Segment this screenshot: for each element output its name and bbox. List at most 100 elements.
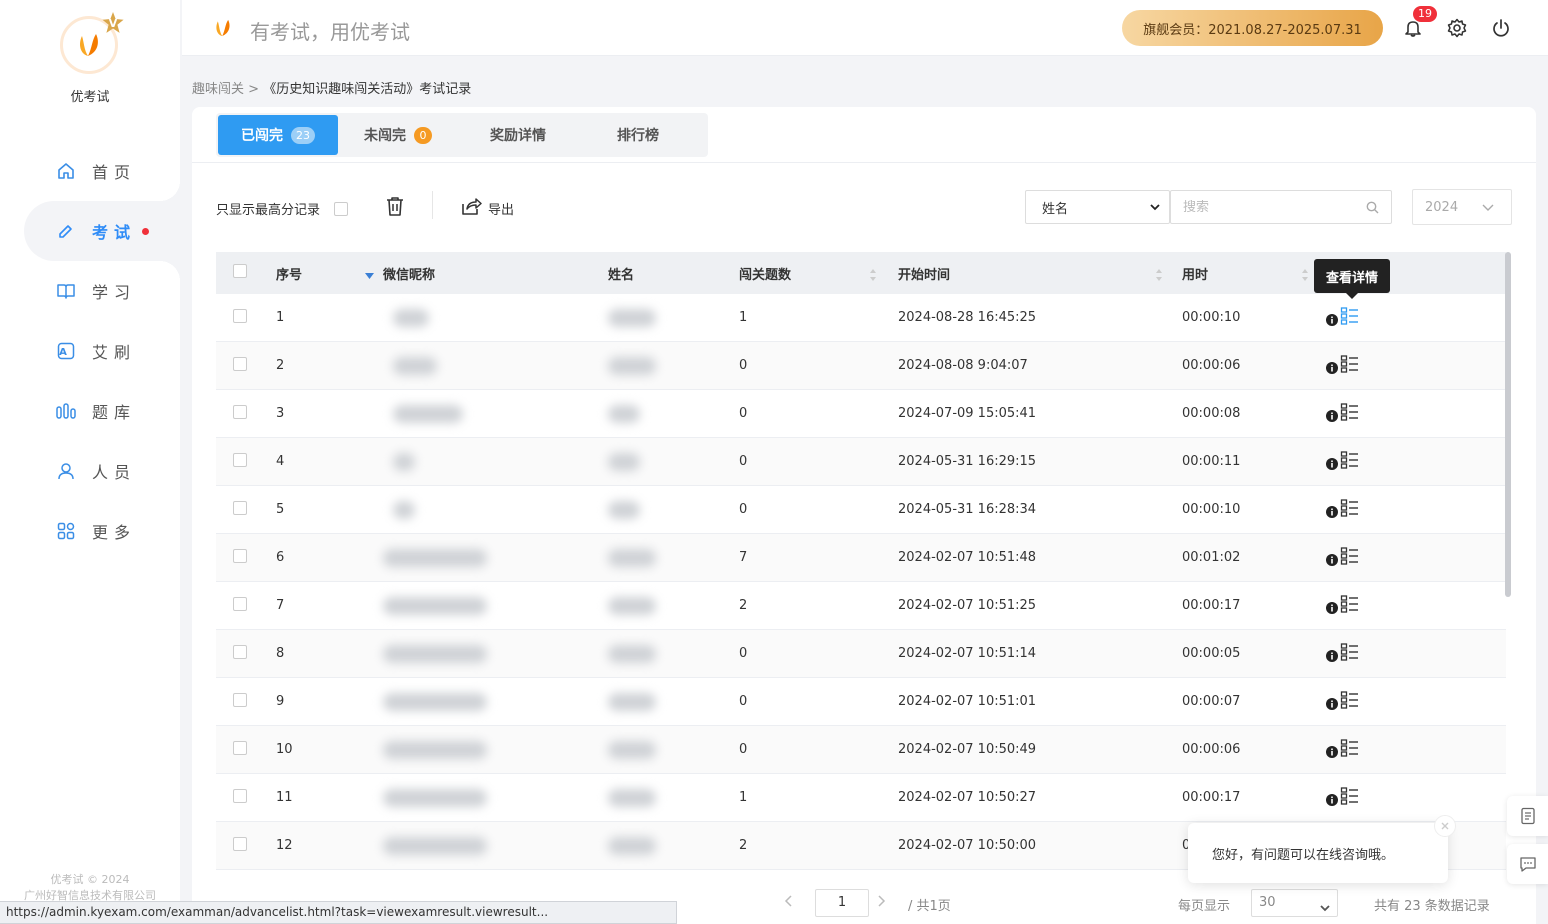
vip-membership-badge[interactable]: 旗舰会员：2021.08.27-2025.07.31: [1122, 10, 1383, 46]
page-number-input[interactable]: 1: [815, 889, 869, 917]
list-detail-icon[interactable]: [1340, 690, 1360, 714]
table-row[interactable]: 9 0 2024-02-07 10:51:01 00:00:07: [216, 678, 1506, 726]
redacted-name: [608, 788, 656, 807]
export-button[interactable]: 导出: [460, 195, 514, 221]
table-row[interactable]: 6 7 2024-02-07 10:51:48 00:01:02: [216, 534, 1506, 582]
table-row[interactable]: 5 0 2024-05-31 16:28:34 00:00:10: [216, 486, 1506, 534]
nav-item-question-bank[interactable]: 题库: [0, 381, 180, 441]
tab-incomplete[interactable]: 未闯完 0: [338, 115, 458, 155]
search-input[interactable]: [1183, 199, 1353, 215]
select-all-checkbox[interactable]: [233, 264, 247, 278]
sort-icon[interactable]: [1155, 268, 1163, 282]
total-pages: / 共1页: [908, 899, 951, 914]
cell-no: 10: [276, 742, 293, 757]
nav-item-more[interactable]: 更多: [0, 501, 180, 561]
info-icon[interactable]: [1326, 690, 1338, 714]
document-icon[interactable]: [1507, 796, 1548, 836]
row-checkbox[interactable]: [233, 404, 247, 419]
sort-icon[interactable]: [1301, 268, 1309, 282]
row-checkbox[interactable]: [233, 548, 247, 563]
row-checkbox[interactable]: [233, 836, 247, 851]
tab-completed-count: 23: [291, 126, 315, 144]
info-icon[interactable]: [1326, 786, 1338, 810]
table-row[interactable]: 8 0 2024-02-07 10:51:14 00:00:05: [216, 630, 1506, 678]
row-checkbox[interactable]: [233, 692, 247, 707]
breadcrumb-parent-link[interactable]: 趣味闯关: [192, 82, 244, 97]
header-no[interactable]: 序号: [276, 264, 383, 283]
nav-item-exam[interactable]: 考试: [24, 181, 180, 281]
table-row[interactable]: 10 0 2024-02-07 10:50:49 00:00:06: [216, 726, 1506, 774]
info-icon[interactable]: [1326, 450, 1338, 474]
tab-ranking[interactable]: 排行榜: [578, 115, 698, 155]
chat-icon[interactable]: [1507, 844, 1548, 884]
info-icon[interactable]: [1326, 306, 1338, 330]
table-row[interactable]: 1 1 2024-08-28 16:45:25 00:00:10: [216, 294, 1506, 342]
header-start-time[interactable]: 开始时间: [898, 264, 1182, 283]
info-icon[interactable]: [1326, 354, 1338, 378]
header-leaf-icon: [212, 17, 234, 43]
nav-label-exam: 考试: [92, 223, 137, 242]
row-checkbox[interactable]: [233, 308, 247, 323]
row-checkbox[interactable]: [233, 356, 247, 371]
only-highest-filter[interactable]: 只显示最高分记录: [216, 199, 349, 218]
redacted-nickname: [393, 452, 415, 471]
search-field-select[interactable]: 姓名: [1025, 190, 1170, 224]
info-icon[interactable]: [1326, 738, 1338, 762]
gear-icon[interactable]: [1445, 16, 1469, 40]
tab-incomplete-label: 未闯完: [364, 128, 406, 144]
info-icon[interactable]: [1326, 594, 1338, 618]
next-page-icon[interactable]: [876, 895, 886, 911]
tab-rewards[interactable]: 奖励详情: [458, 115, 578, 155]
per-page-label: 每页显示: [1178, 899, 1231, 914]
table-row[interactable]: 4 0 2024-05-31 16:29:15 00:00:11: [216, 438, 1506, 486]
year-select[interactable]: 2024: [1412, 189, 1512, 225]
nav-item-brush[interactable]: A 艾刷: [0, 321, 180, 381]
row-checkbox[interactable]: [233, 788, 247, 803]
header-duration[interactable]: 用时: [1182, 264, 1319, 283]
cell-name: [608, 836, 739, 855]
info-icon[interactable]: [1326, 498, 1338, 522]
list-detail-icon[interactable]: [1340, 594, 1360, 618]
row-checkbox[interactable]: [233, 596, 247, 611]
table-row[interactable]: 2 0 2024-08-08 9:04:07 00:00:06: [216, 342, 1506, 390]
header-count[interactable]: 闯关题数: [739, 264, 898, 283]
table-scrollbar[interactable]: [1505, 252, 1511, 597]
table-row[interactable]: 7 2 2024-02-07 10:51:25 00:00:17: [216, 582, 1506, 630]
list-detail-icon[interactable]: [1340, 402, 1360, 426]
header-nickname: 微信昵称: [383, 267, 436, 283]
row-checkbox[interactable]: [233, 644, 247, 659]
table-row[interactable]: 3 0 2024-07-09 15:05:41 00:00:08: [216, 390, 1506, 438]
list-detail-icon[interactable]: [1340, 546, 1360, 570]
list-detail-icon[interactable]: [1340, 306, 1360, 330]
row-checkbox[interactable]: [233, 500, 247, 515]
tab-completed[interactable]: 已闯完 23: [218, 115, 338, 155]
table-row[interactable]: 11 1 2024-02-07 10:50:27 00:00:17: [216, 774, 1506, 822]
app-logo[interactable]: V: [60, 12, 124, 76]
per-page-select[interactable]: 30: [1251, 889, 1338, 917]
sort-icon[interactable]: [869, 268, 877, 282]
list-detail-icon[interactable]: [1340, 450, 1360, 474]
row-checkbox[interactable]: [233, 740, 247, 755]
nav-item-users[interactable]: 人员: [0, 441, 180, 501]
list-detail-icon[interactable]: [1340, 498, 1360, 522]
only-highest-checkbox[interactable]: [334, 201, 349, 216]
list-detail-icon[interactable]: [1340, 738, 1360, 762]
list-detail-icon[interactable]: [1340, 642, 1360, 666]
sort-desc-icon[interactable]: [364, 271, 374, 280]
info-icon[interactable]: [1326, 402, 1338, 426]
list-detail-icon[interactable]: [1340, 786, 1360, 810]
bell-icon[interactable]: 19: [1401, 6, 1437, 40]
list-detail-icon[interactable]: [1340, 354, 1360, 378]
info-icon[interactable]: [1326, 642, 1338, 666]
nav-item-study[interactable]: 学习: [0, 261, 180, 321]
nav-item-home[interactable]: 首页: [0, 141, 180, 201]
info-icon[interactable]: [1326, 546, 1338, 570]
power-icon[interactable]: [1489, 16, 1513, 40]
cell-duration: 00:00:05: [1182, 646, 1241, 661]
close-icon[interactable]: [1434, 815, 1456, 837]
row-checkbox[interactable]: [233, 452, 247, 467]
trash-icon[interactable]: [384, 195, 406, 221]
prev-page-icon[interactable]: [784, 895, 794, 911]
search-icon[interactable]: [1366, 201, 1379, 218]
chat-popup[interactable]: 您好，有问题可以在线咨询哦。: [1188, 815, 1456, 883]
